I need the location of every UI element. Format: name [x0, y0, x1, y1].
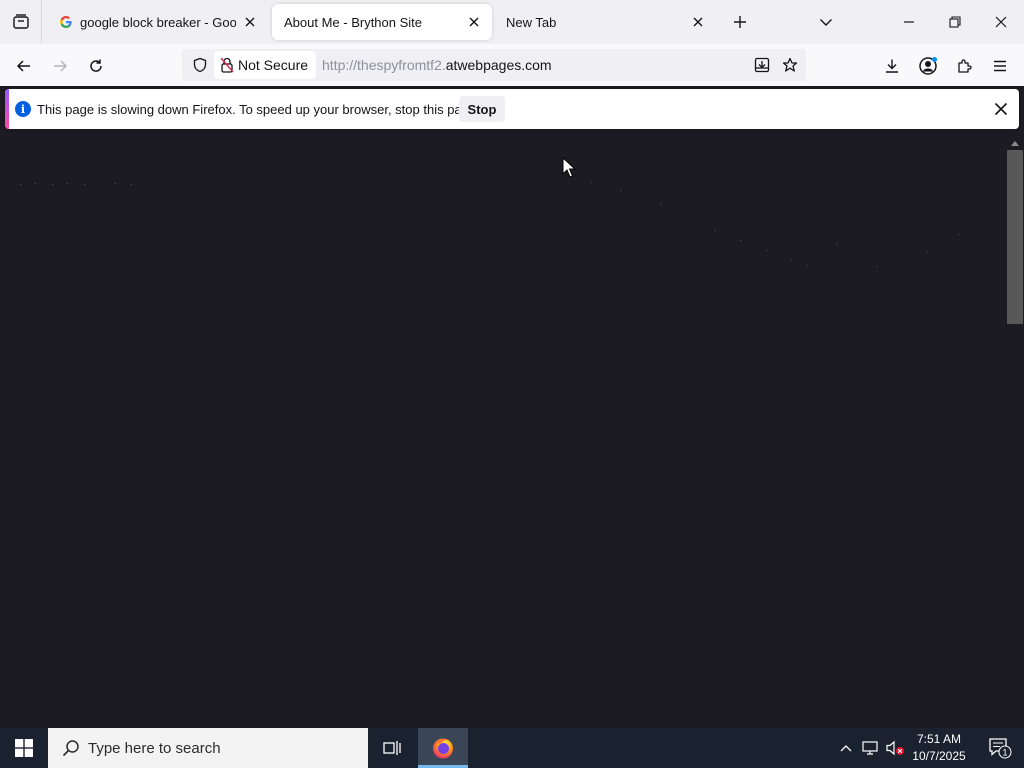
bookmark-star-button[interactable] [776, 51, 804, 79]
notification-count: 1 [1002, 748, 1007, 758]
search-placeholder: Type here to search [88, 739, 221, 757]
restore-icon [949, 16, 961, 28]
close-icon [995, 16, 1007, 28]
back-button[interactable] [10, 52, 38, 80]
network-icon [862, 741, 878, 755]
chevron-up-icon [840, 745, 852, 752]
notification-accent-bar [5, 89, 9, 129]
firefox-view-button[interactable] [0, 0, 42, 44]
google-g-icon [58, 14, 74, 30]
insecure-lock-icon [220, 57, 234, 73]
hamburger-menu-icon [994, 60, 1006, 72]
tracking-protection-icon[interactable] [186, 51, 214, 79]
scrollbar-thumb[interactable] [1007, 150, 1023, 324]
tab-google-block-breaker[interactable]: google block breaker - Google [46, 4, 268, 40]
minimize-icon [904, 21, 914, 23]
restore-button[interactable] [932, 0, 978, 44]
tab-about-me[interactable]: About Me - Brython Site [272, 4, 492, 40]
chevron-down-icon [820, 19, 832, 26]
star-icon [782, 57, 798, 72]
clock-date: 10/7/2025 [912, 749, 966, 763]
start-button[interactable] [0, 728, 48, 768]
close-icon [994, 102, 1008, 116]
tab-label: About Me - Brython Site [284, 14, 423, 30]
forward-arrow-icon [54, 60, 68, 72]
windows-taskbar: Type here to search 7:51 AM 10/7/2025 1 [0, 728, 1024, 768]
reload-icon [90, 59, 102, 72]
firefox-logo-icon [433, 738, 453, 759]
close-notification-button[interactable] [989, 97, 1013, 121]
url-domain: atwebpages.com [445, 57, 552, 73]
new-tab-button[interactable] [728, 10, 752, 34]
faint-particle-dots [20, 182, 960, 267]
list-all-tabs-button[interactable] [814, 10, 838, 34]
reload-button[interactable] [82, 52, 110, 80]
site-identity-button[interactable]: Not Secure [214, 51, 316, 79]
notification-center-icon: 1 [989, 738, 1012, 759]
volume-tray-button[interactable] [884, 728, 906, 768]
mouse-cursor-icon [562, 157, 576, 178]
taskbar-search-box[interactable]: Type here to search [48, 728, 368, 768]
stop-button[interactable]: Stop [459, 96, 505, 122]
application-menu-button[interactable] [986, 52, 1014, 80]
task-view-icon [383, 741, 401, 755]
extensions-button[interactable] [950, 52, 978, 80]
address-bar[interactable]: Not Secure http://thespyfromtf2. atwebpag… [182, 49, 806, 81]
account-button[interactable] [914, 52, 942, 80]
scrollbar-up-arrow[interactable] [1008, 136, 1022, 150]
volume-muted-icon [886, 740, 904, 756]
close-tab-icon[interactable] [690, 14, 706, 30]
url-prefix: http://thespyfromtf2. [322, 57, 446, 73]
navigation-toolbar: Not Secure http://thespyfromtf2. atwebpag… [0, 44, 1024, 86]
back-arrow-icon [16, 60, 30, 72]
firefox-taskbar-button[interactable] [418, 728, 468, 768]
scroll-up-icon [1011, 141, 1019, 146]
forward-button[interactable] [46, 52, 74, 80]
downloads-button[interactable] [878, 52, 906, 80]
page-content[interactable] [0, 134, 1024, 728]
plus-icon [734, 16, 746, 28]
download-app-icon [754, 57, 770, 73]
slow-page-notification: i This page is slowing down Firefox. To … [5, 89, 1019, 129]
notification-message: This page is slowing down Firefox. To sp… [37, 101, 480, 117]
show-hidden-icons-button[interactable] [836, 728, 856, 768]
url-text[interactable]: http://thespyfromtf2. atwebpages.com [322, 49, 552, 81]
task-view-button[interactable] [368, 728, 416, 768]
close-window-button[interactable] [978, 0, 1024, 44]
info-icon: i [15, 101, 31, 117]
account-icon [919, 57, 937, 75]
tab-strip: google block breaker - Google About Me -… [0, 0, 1024, 44]
close-tab-icon[interactable] [466, 14, 482, 30]
clock-time: 7:51 AM [916, 732, 962, 746]
minimize-button[interactable] [886, 0, 932, 44]
puzzle-piece-icon [958, 59, 972, 73]
firefox-view-icon [12, 14, 29, 29]
tab-label: google block breaker - Google [80, 14, 236, 30]
action-center-button[interactable]: 1 [980, 728, 1020, 768]
security-label: Not Secure [238, 57, 309, 73]
windows-logo-icon [15, 739, 33, 757]
install-app-button[interactable] [748, 51, 776, 79]
tab-new-tab[interactable]: New Tab [494, 4, 716, 40]
network-tray-button[interactable] [860, 728, 882, 768]
taskbar-clock[interactable]: 7:51 AM 10/7/2025 [906, 728, 972, 768]
tab-label: New Tab [506, 14, 557, 30]
search-icon [62, 739, 80, 757]
close-tab-icon[interactable] [242, 14, 258, 30]
download-icon [886, 59, 898, 73]
